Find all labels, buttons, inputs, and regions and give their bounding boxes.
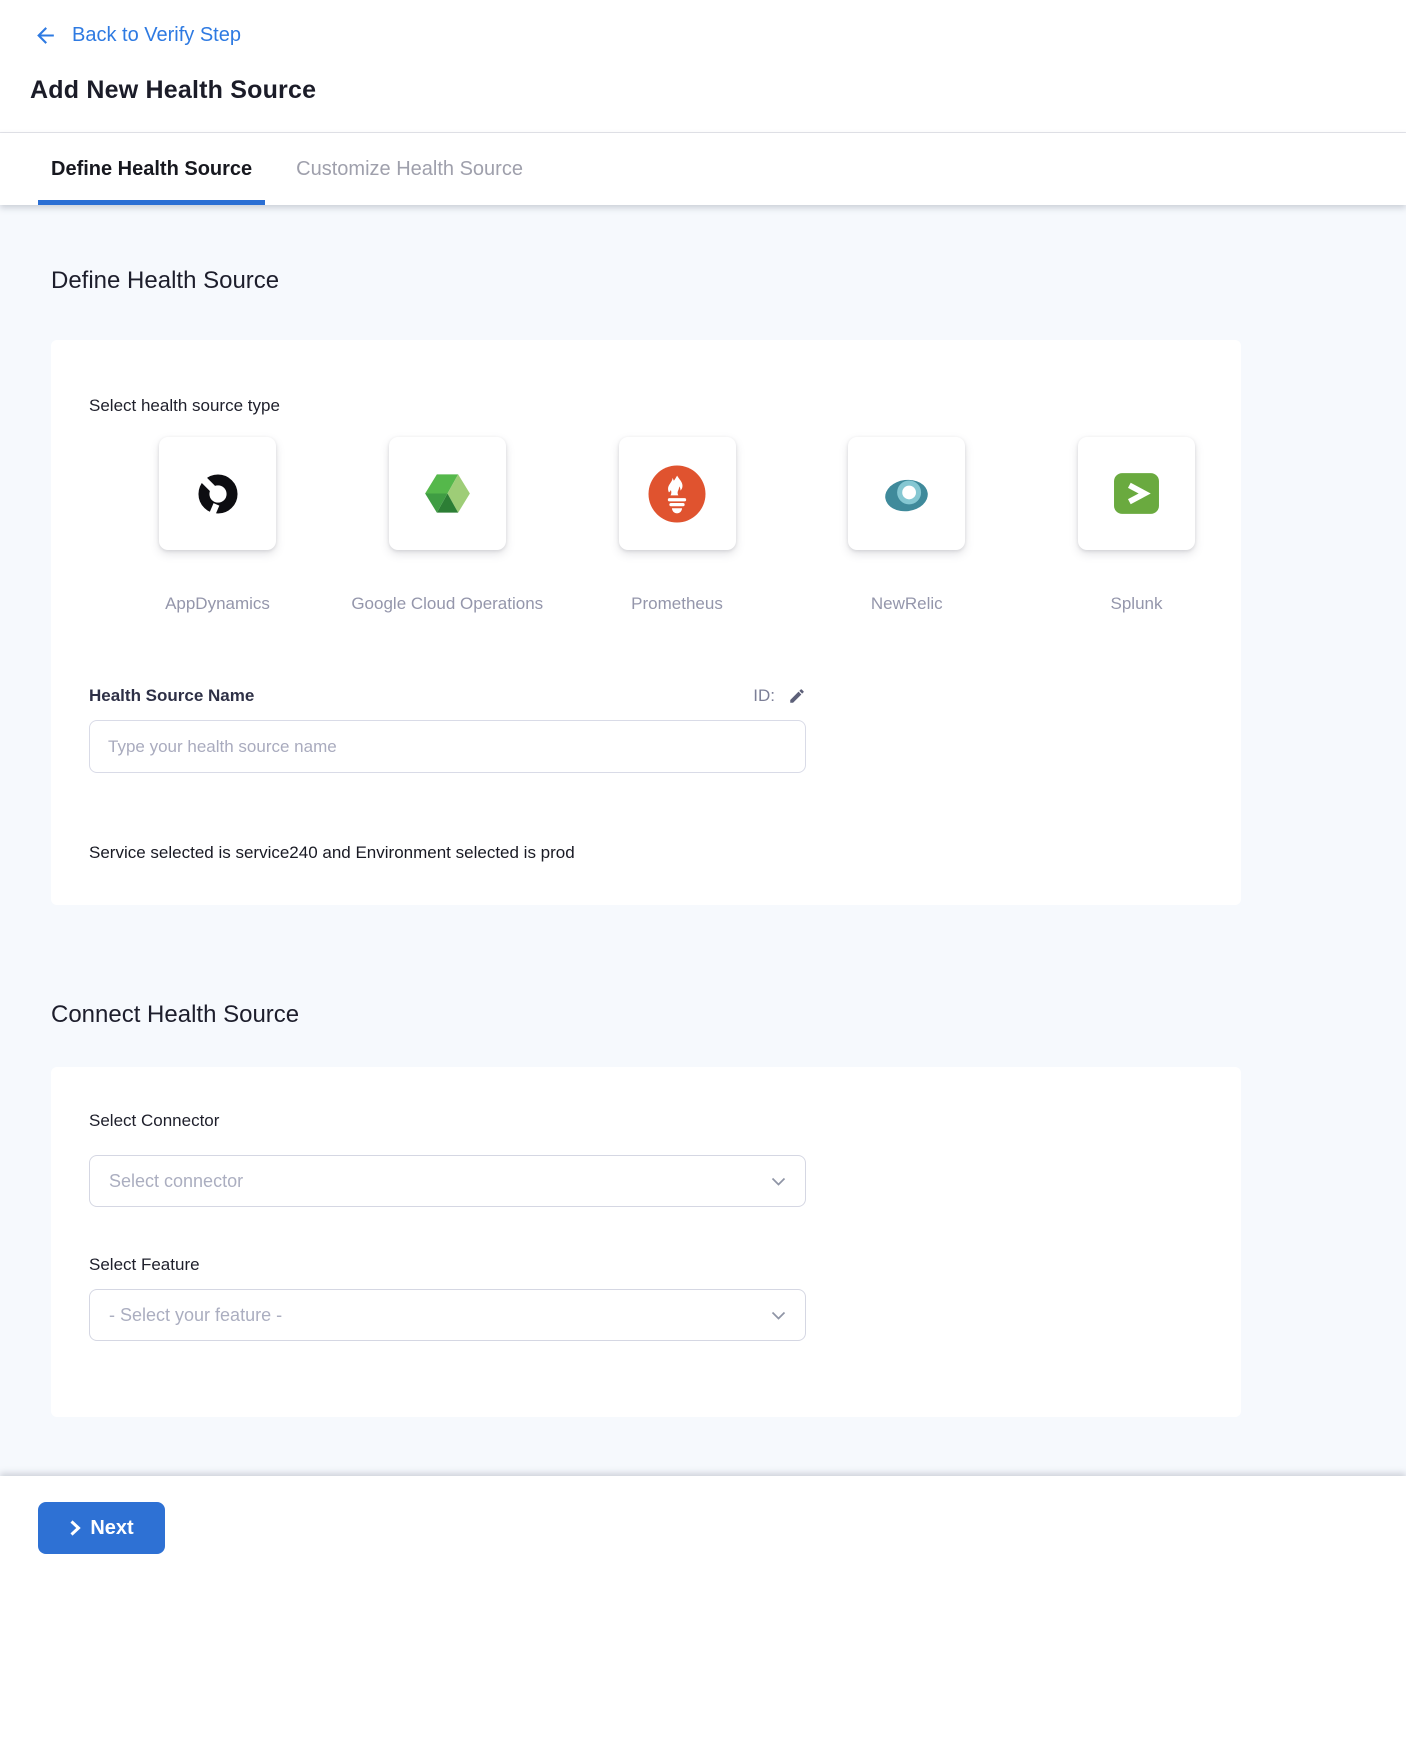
service-environment-note: Service selected is service240 and Envir… xyxy=(89,842,1203,864)
id-label: ID: xyxy=(753,685,775,707)
source-option-google-cloud-operations: Google Cloud Operations xyxy=(389,437,506,615)
health-source-name-label: Health Source Name xyxy=(89,685,254,707)
splunk-icon xyxy=(1113,472,1160,515)
connector-select-placeholder: Select connector xyxy=(109,1171,243,1192)
feature-select-placeholder: - Select your feature - xyxy=(109,1305,282,1326)
tab-bar: Define Health Source Customize Health So… xyxy=(0,133,1406,205)
back-to-verify-step-link[interactable]: Back to Verify Step xyxy=(30,22,241,48)
chevron-down-icon xyxy=(771,1177,786,1186)
appdynamics-tile[interactable] xyxy=(159,437,276,550)
select-connector-label: Select Connector xyxy=(89,1110,1203,1132)
google-cloud-operations-icon xyxy=(423,472,472,515)
newrelic-icon xyxy=(880,469,933,519)
id-wrap: ID: xyxy=(753,685,806,707)
source-label: NewRelic xyxy=(871,593,943,615)
edit-id-button[interactable] xyxy=(788,687,806,705)
select-type-label: Select health source type xyxy=(89,395,1203,417)
health-source-type-row: AppDynamics Google Cloud Operations xyxy=(159,437,1195,615)
select-feature-label: Select Feature xyxy=(89,1254,1203,1276)
source-label: Prometheus xyxy=(631,593,723,615)
page-header: Back to Verify Step Add New Health Sourc… xyxy=(0,0,1406,133)
tab-label: Customize Health Source xyxy=(296,158,523,181)
back-link-label: Back to Verify Step xyxy=(72,22,241,48)
next-button-label: Next xyxy=(90,1517,133,1540)
feature-select[interactable]: - Select your feature - xyxy=(89,1289,806,1341)
page-title: Add New Health Source xyxy=(30,76,1406,105)
footer-bar: Next xyxy=(0,1476,1406,1746)
health-source-name-row: Health Source Name ID: xyxy=(89,685,806,707)
connect-health-source-panel: Select Connector Select connector Select… xyxy=(51,1067,1241,1417)
source-option-appdynamics: AppDynamics xyxy=(159,437,276,615)
prometheus-icon xyxy=(648,465,706,523)
splunk-tile[interactable] xyxy=(1078,437,1195,550)
prometheus-tile[interactable] xyxy=(619,437,736,550)
chevron-right-icon xyxy=(69,1520,81,1536)
chevron-down-icon xyxy=(771,1311,786,1320)
source-option-newrelic: NewRelic xyxy=(848,437,965,615)
connect-section-title: Connect Health Source xyxy=(51,1001,1406,1029)
arrow-left-icon xyxy=(33,23,58,48)
source-label: Splunk xyxy=(1111,593,1163,615)
active-tab-underline xyxy=(38,200,265,205)
tab-label: Define Health Source xyxy=(51,158,252,181)
main-content: Define Health Source Select health sourc… xyxy=(0,205,1406,1476)
google-cloud-operations-tile[interactable] xyxy=(389,437,506,550)
tab-customize-health-source[interactable]: Customize Health Source xyxy=(296,133,523,205)
health-source-name-input[interactable] xyxy=(89,720,806,773)
tab-define-health-source[interactable]: Define Health Source xyxy=(51,133,252,205)
pencil-icon xyxy=(788,687,806,705)
define-section-title: Define Health Source xyxy=(51,267,1406,295)
source-label: AppDynamics xyxy=(165,593,270,615)
appdynamics-icon xyxy=(193,469,243,519)
source-option-splunk: Splunk xyxy=(1078,437,1195,615)
next-button[interactable]: Next xyxy=(38,1502,165,1554)
source-option-prometheus: Prometheus xyxy=(619,437,736,615)
newrelic-tile[interactable] xyxy=(848,437,965,550)
source-label: Google Cloud Operations xyxy=(351,593,543,615)
connector-select[interactable]: Select connector xyxy=(89,1155,806,1207)
define-health-source-panel: Select health source type AppDynamics xyxy=(51,340,1241,905)
